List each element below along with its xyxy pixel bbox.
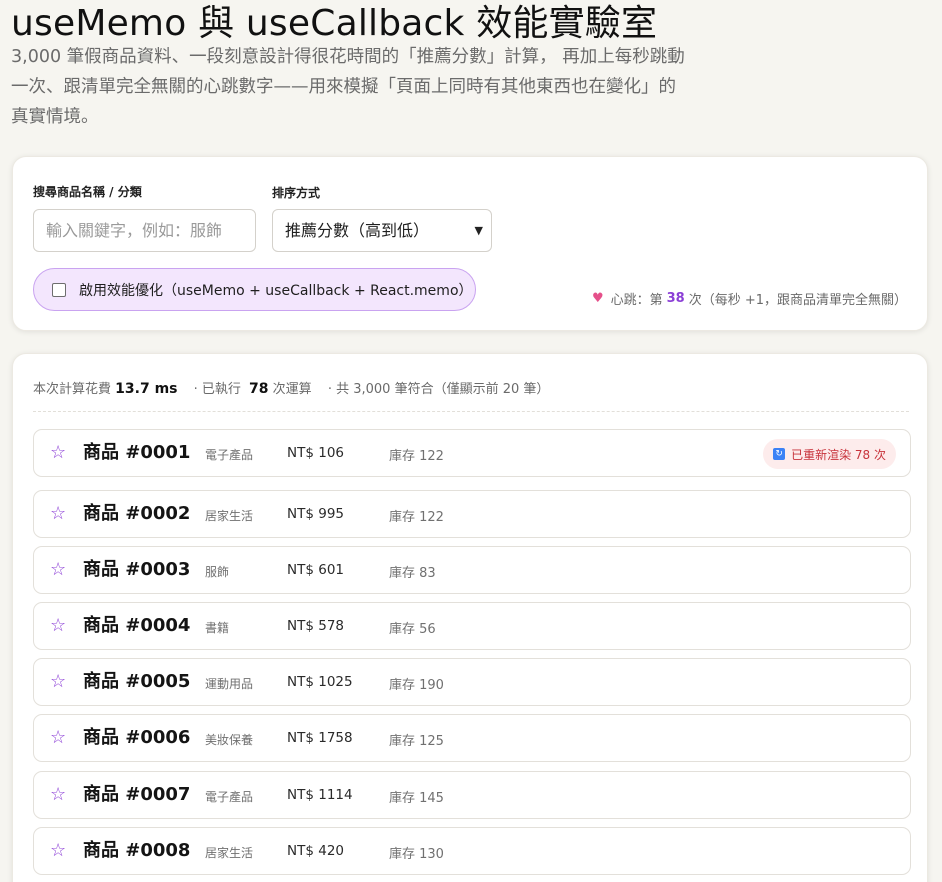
product-stock: 庫存 125 [389,734,444,749]
product-price: NT$ 1025 [287,674,353,690]
star-icon[interactable]: ☆ [50,503,66,525]
product-row: ☆ 商品 #0002 居家生活 NT$ 995 庫存 122 [33,490,911,538]
exec-suffix: 次運算 [272,382,312,397]
product-category: 居家生活 [205,846,254,860]
page-title: useMemo 與 useCallback 效能實驗室 [11,3,658,44]
product-category: 書籍 [205,621,230,635]
heartbeat-count: 38 [666,291,685,306]
product-row: ☆ 商品 #0006 美妝保養 NT$ 1758 庫存 125 [33,714,911,762]
star-icon[interactable]: ☆ [50,559,66,581]
refresh-icon: ↻ [773,448,786,460]
product-stock: 庫存 130 [389,847,444,862]
rerender-text: 已重新渲染 78 次 [791,447,886,462]
match-count: · 共 3,000 筆符合（僅顯示前 20 筆） [327,382,550,397]
compute-label: 本次計算花費 [33,382,112,397]
search-input[interactable]: 輸入關鍵字，例如：服飾 [33,209,256,252]
product-row: ☆ 商品 #0003 服飾 NT$ 601 庫存 83 [33,546,911,594]
product-category: 電子產品 [205,448,254,462]
product-name: 商品 #0003 [83,559,191,580]
heartbeat-suffix: 次（每秒 +1，跟商品清單完全無關） [688,293,907,308]
product-category: 居家生活 [205,509,254,523]
page-subtitle: 3,000 筆假商品資料、一段刻意設計得很花時間的「推薦分數」計算， 再加上每秒… [11,47,685,127]
compute-value: 13.7 ms [115,381,178,397]
product-row: ☆ 商品 #0008 居家生活 NT$ 420 庫存 130 [33,827,911,875]
search-label: 搜尋商品名稱 / 分類 [33,185,142,199]
results-card: 本次計算花費 13.7 ms · 已執行 78 次運算 · 共 3,000 筆符… [12,353,928,882]
product-name: 商品 #0006 [83,727,191,748]
product-row: ☆ 商品 #0004 書籍 NT$ 578 庫存 56 [33,602,911,650]
heartbeat-indicator: ♥ 心跳：第 38 次（每秒 +1，跟商品清單完全無關） [592,289,907,308]
product-price: NT$ 578 [287,618,344,634]
product-price: NT$ 1114 [287,787,353,803]
product-stock: 庫存 145 [389,791,444,806]
exec-value: 78 [249,381,269,397]
optimize-toggle[interactable]: 啟用效能優化（useMemo + useCallback + React.mem… [33,268,476,311]
divider [33,411,909,412]
product-stock: 庫存 190 [389,678,444,693]
product-row: ☆ 商品 #0007 電子產品 NT$ 1114 庫存 145 [33,771,911,819]
sort-select[interactable]: 推薦分數（高到低） ▼ [272,209,492,252]
heartbeat-prefix: 心跳：第 [610,293,663,308]
heart-icon: ♥ [591,291,604,306]
product-category: 服飾 [205,565,230,579]
product-price: NT$ 601 [287,562,344,578]
product-name: 商品 #0001 [83,442,191,463]
product-category: 運動用品 [205,677,254,691]
product-price: NT$ 420 [287,843,344,859]
product-stock: 庫存 122 [389,449,444,464]
product-price: NT$ 1758 [287,730,353,746]
product-name: 商品 #0002 [83,503,191,524]
controls-card: 搜尋商品名稱 / 分類 輸入關鍵字，例如：服飾 排序方式 推薦分數（高到低） ▼… [12,156,928,331]
sort-label: 排序方式 [272,186,321,200]
rerender-badge: ↻ 已重新渲染 78 次 [763,439,896,469]
star-icon[interactable]: ☆ [50,442,66,464]
exec-label: · 已執行 [193,382,241,397]
optimize-label: 啟用效能優化（useMemo + useCallback + React.mem… [79,282,473,299]
product-category: 美妝保養 [205,733,254,747]
product-price: NT$ 995 [287,506,344,522]
star-icon[interactable]: ☆ [50,727,66,749]
star-icon[interactable]: ☆ [50,840,66,862]
page: useMemo 與 useCallback 效能實驗室 3,000 筆假商品資料… [0,0,942,882]
product-stock: 庫存 83 [389,566,436,581]
star-icon[interactable]: ☆ [50,784,66,806]
sort-select-value: 推薦分數（高到低） [285,221,430,240]
product-name: 商品 #0004 [83,615,191,636]
product-stock: 庫存 122 [389,510,444,525]
stats-bar: 本次計算花費 13.7 ms · 已執行 78 次運算 · 共 3,000 筆符… [33,378,553,397]
optimize-checkbox[interactable] [52,282,66,297]
star-icon[interactable]: ☆ [50,671,66,693]
product-row: ☆ 商品 #0001 電子產品 NT$ 106 庫存 122 ↻ 已重新渲染 7… [33,429,911,477]
product-category: 電子產品 [205,790,254,804]
product-name: 商品 #0007 [83,784,191,805]
product-price: NT$ 106 [287,445,344,461]
star-icon[interactable]: ☆ [50,615,66,637]
chevron-down-icon: ▼ [474,224,483,237]
product-row: ☆ 商品 #0005 運動用品 NT$ 1025 庫存 190 [33,658,911,706]
product-stock: 庫存 56 [389,622,436,637]
product-name: 商品 #0005 [83,671,191,692]
product-name: 商品 #0008 [83,840,191,861]
